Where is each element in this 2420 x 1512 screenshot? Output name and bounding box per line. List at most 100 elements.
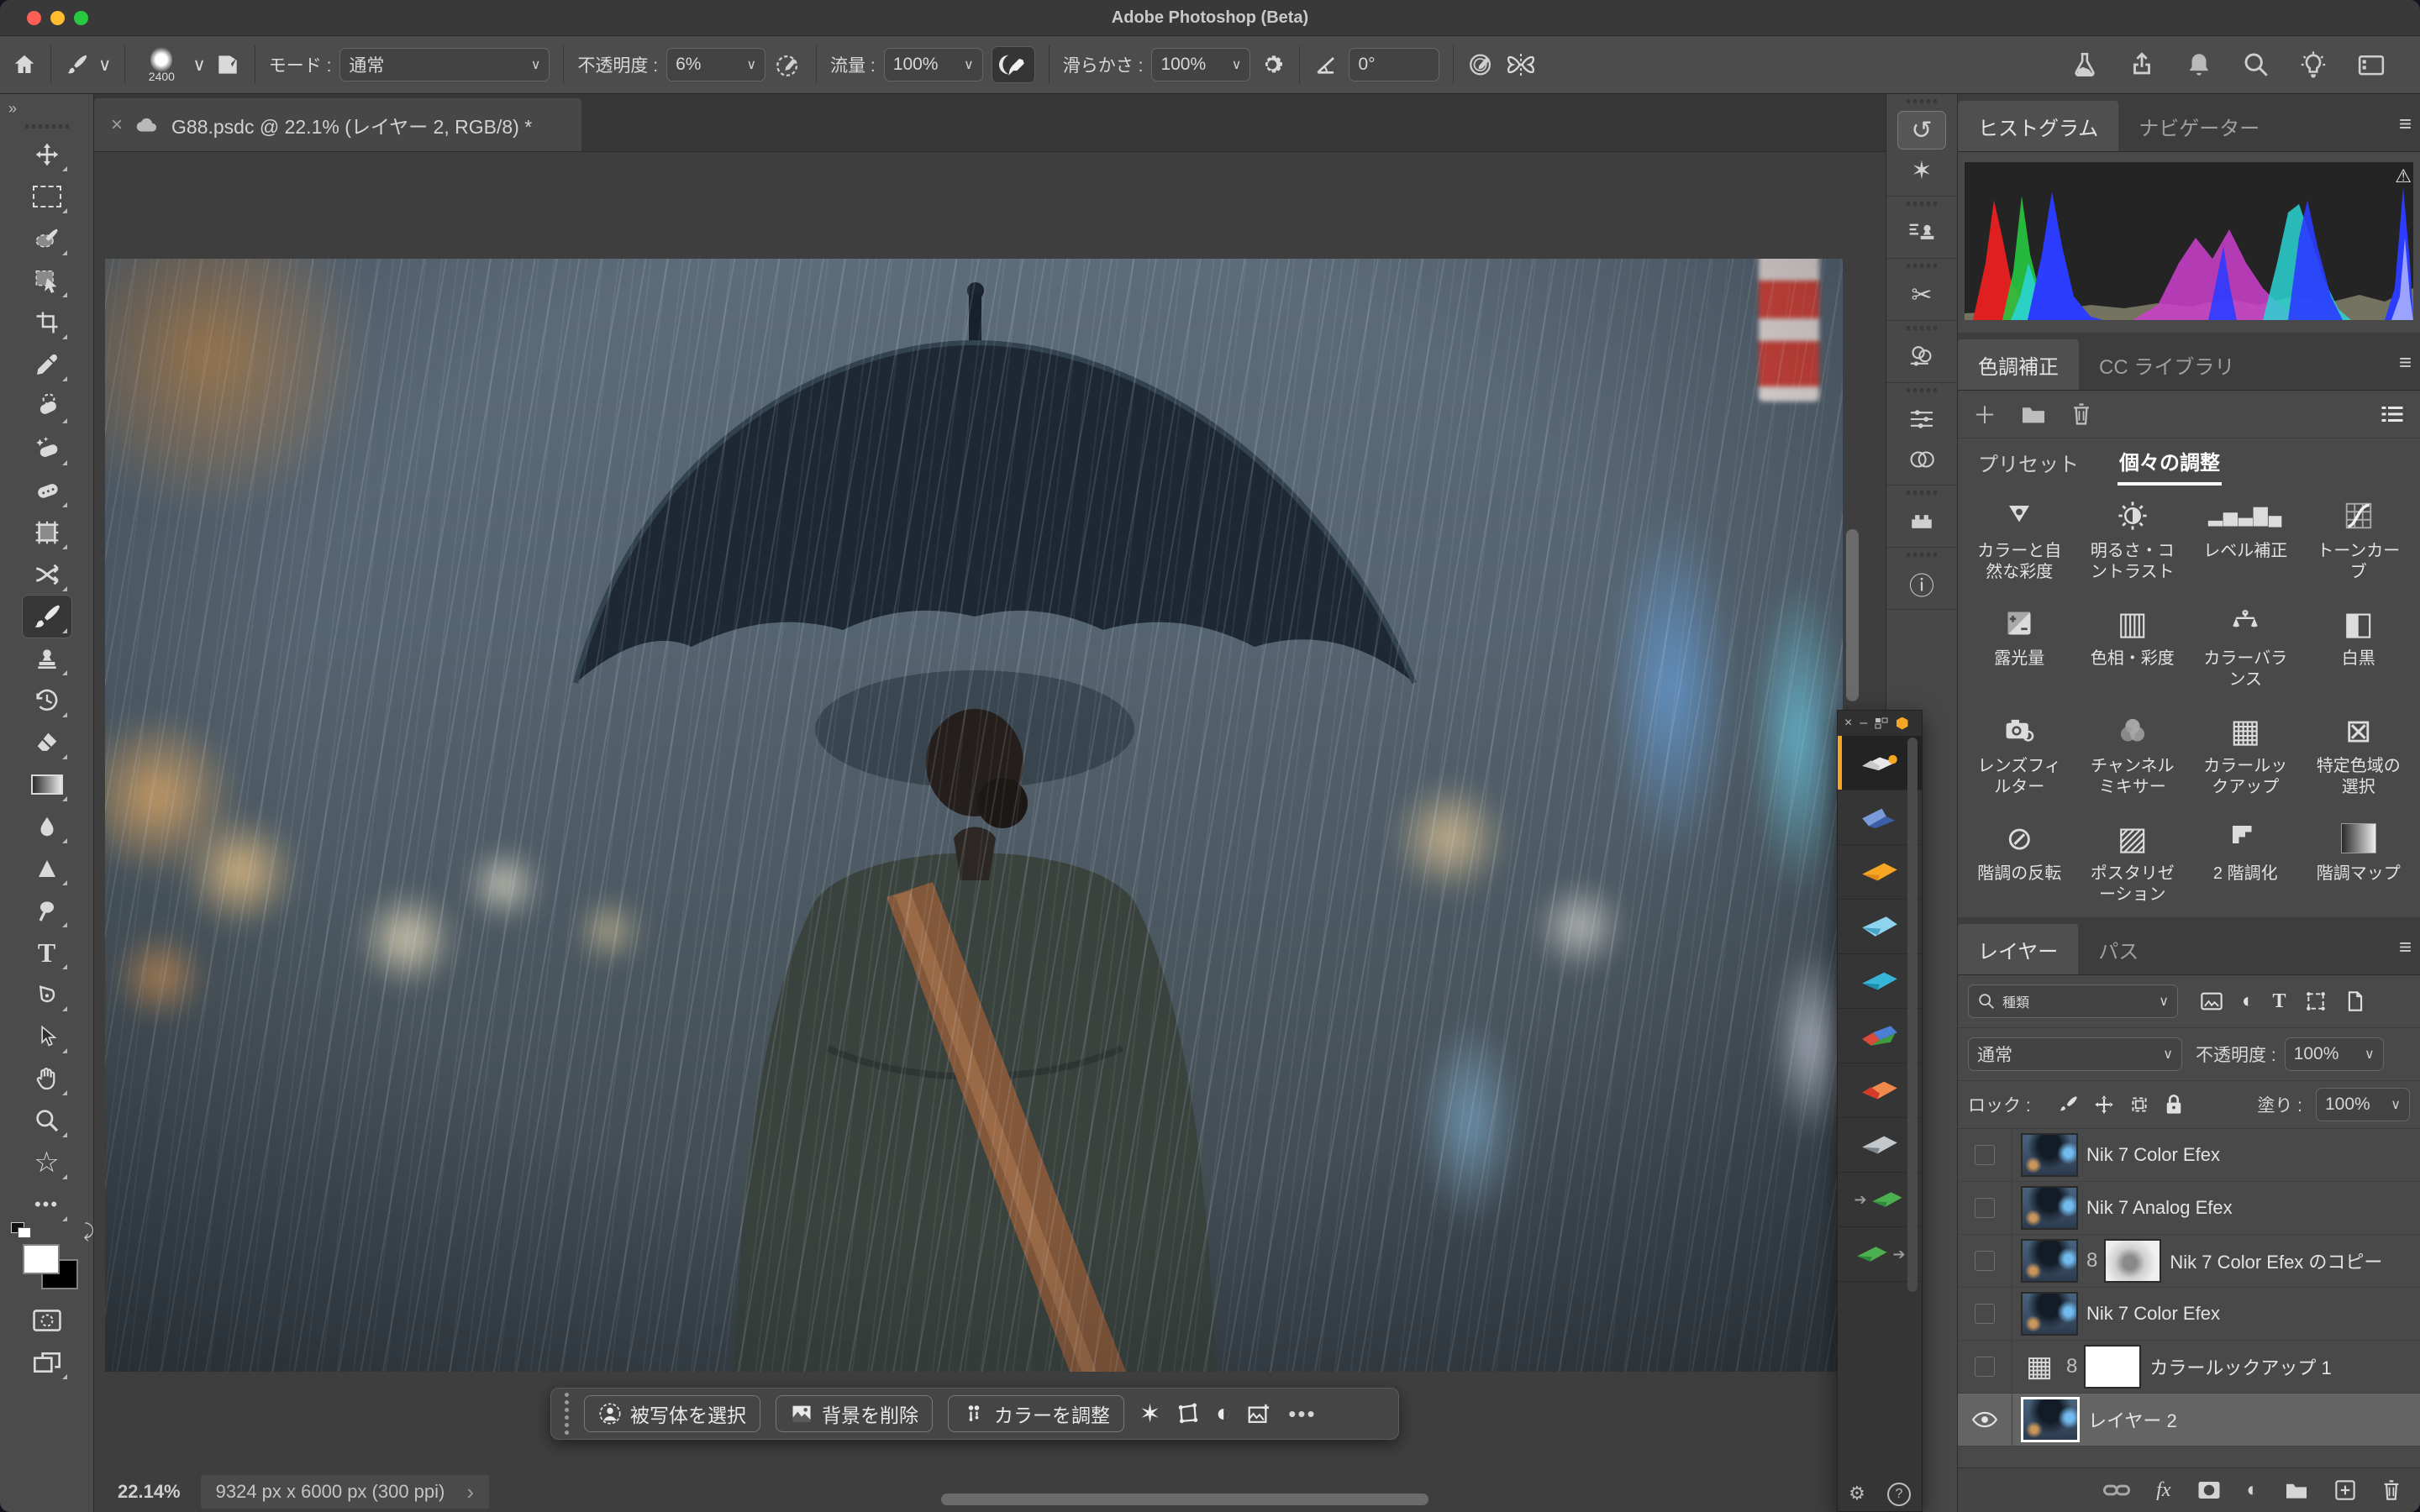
pressure-size-icon[interactable]	[1467, 50, 1496, 79]
search-icon[interactable]	[2242, 50, 2270, 79]
layer-name[interactable]: カラールックアップ 1	[2149, 1353, 2331, 1380]
adjustment-invert[interactable]: ⊘階調の反転	[1963, 820, 2076, 906]
object-selection-tool[interactable]	[23, 260, 71, 302]
layer-thumbnail[interactable]	[2021, 1397, 2080, 1442]
adjustment-black-white[interactable]: ◧白黒	[2302, 605, 2416, 690]
filter-smart-objects-icon[interactable]	[2345, 990, 2365, 1012]
flow-select[interactable]: 100% ∨	[884, 48, 983, 81]
visibility-toggle[interactable]	[1958, 1341, 2012, 1393]
link-layers-icon[interactable]	[2102, 1480, 2131, 1500]
type-tool[interactable]: T	[23, 932, 71, 974]
spot-healing-brush-tool[interactable]	[23, 428, 71, 470]
trash-icon[interactable]	[2070, 402, 2092, 426]
home-icon[interactable]	[12, 52, 37, 77]
gradient-tool[interactable]	[23, 764, 71, 806]
remove-background-button[interactable]: 背景を削除	[776, 1395, 933, 1432]
tab-adjustments[interactable]: 色調補正	[1958, 339, 2079, 390]
edit-toolbar-more-icon[interactable]: •••	[23, 1184, 71, 1226]
remove-tool[interactable]	[23, 386, 71, 428]
workspace-icon[interactable]	[2356, 50, 2386, 79]
adjustment-gradient-map[interactable]: 階調マップ	[2302, 820, 2416, 906]
minimize-icon[interactable]: –	[1860, 716, 1867, 731]
angle-input[interactable]: 0°	[1349, 48, 1439, 81]
fill-select[interactable]: 100% ∨	[2316, 1088, 2410, 1121]
pen-tool[interactable]	[23, 974, 71, 1016]
clone-stamp-tool[interactable]	[23, 638, 71, 680]
adjustment-photo-filter[interactable]: レンズフィ ルター	[1963, 712, 2076, 798]
layer-name[interactable]: Nik 7 Color Efex	[2086, 1303, 2220, 1325]
adjustment-color-balance[interactable]: カラーバラ ンス	[2189, 605, 2302, 690]
mask-link-icon[interactable]: 8	[2086, 1249, 2097, 1273]
share-icon[interactable]	[2128, 50, 2156, 79]
healing-brush-tool[interactable]	[23, 470, 71, 512]
add-mask-icon[interactable]	[2196, 1479, 2222, 1501]
symmetry-butterfly-icon[interactable]	[1504, 48, 1538, 81]
frame-tool[interactable]	[23, 512, 71, 554]
path-select-tool[interactable]	[23, 1016, 71, 1058]
panel-menu-icon[interactable]: ≡	[2399, 111, 2412, 137]
document-tab[interactable]: × G88.psdc @ 22.1% (レイヤー 2, RGB/8) *	[94, 98, 581, 151]
tab-paths[interactable]: パス	[2078, 924, 2159, 974]
selection-brush-tool[interactable]	[23, 218, 71, 260]
layer-thumbnail[interactable]	[2021, 1239, 2078, 1283]
adjustment-exposure[interactable]: 露光量	[1963, 605, 2076, 690]
patterns-panel-icon[interactable]	[1898, 503, 1945, 540]
layer-thumbnail[interactable]	[2021, 1292, 2078, 1336]
adjustment-color-vibrance[interactable]: カラーと自 然な彩度	[1963, 497, 2076, 583]
clone-source-panel-icon[interactable]	[1898, 214, 1945, 251]
smoothing-options-gear-icon[interactable]	[1259, 51, 1286, 78]
layer-thumbnail[interactable]	[2021, 1186, 2078, 1230]
layer-name[interactable]: Nik 7 Color Efex のコピー	[2170, 1247, 2382, 1274]
brush-tool-preset-icon[interactable]	[65, 52, 90, 77]
plugin-settings-gear-icon[interactable]: ⚙	[1849, 1483, 1865, 1506]
layer-mask-thumbnail[interactable]	[2084, 1345, 2141, 1389]
layer-mask-thumbnail[interactable]	[2104, 1239, 2161, 1283]
eraser-tool[interactable]	[23, 722, 71, 764]
smoothing-select[interactable]: 100% ∨	[1151, 48, 1250, 81]
visibility-toggle[interactable]	[1958, 1129, 2012, 1181]
taskbar-grip[interactable]	[565, 1393, 569, 1435]
new-adjustment-layer-icon[interactable]: ◐	[2247, 1478, 2260, 1502]
layer-thumbnail[interactable]	[2021, 1133, 2078, 1177]
folder-icon[interactable]	[2020, 403, 2047, 425]
tab-navigator[interactable]: ナビゲーター	[2118, 101, 2280, 151]
add-adjustment-icon[interactable]: ＋	[1973, 397, 1996, 431]
layer-row[interactable]: ▦ 8 カラールックアップ 1	[1958, 1341, 2420, 1394]
color-swatches[interactable]: ⤸	[18, 1232, 76, 1288]
visibility-toggle[interactable]	[1958, 1182, 2012, 1234]
layer-name[interactable]: Nik 7 Analog Efex	[2086, 1197, 2233, 1219]
zoom-level[interactable]: 22.14%	[118, 1481, 181, 1503]
layer-effects-icon[interactable]: fx	[2156, 1479, 2170, 1502]
adjustments-panel-icon[interactable]	[1898, 401, 1945, 438]
default-colors-icon[interactable]	[11, 1222, 33, 1239]
panel-menu-icon[interactable]: ≡	[2399, 349, 2412, 375]
zoom-tool[interactable]	[23, 1100, 71, 1142]
filter-type-layers-icon[interactable]: T	[2273, 990, 2286, 1013]
eyedropper-tool[interactable]	[23, 344, 71, 386]
toolbar-grip[interactable]	[0, 124, 93, 129]
layer-blend-mode-select[interactable]: 通常 ∨	[1968, 1037, 2182, 1071]
info-panel-icon[interactable]: ⓘ	[1898, 565, 1945, 602]
sharpen-tool[interactable]	[23, 848, 71, 890]
generative-panel-icon[interactable]: ✶	[1898, 152, 1945, 189]
screen-mode-button[interactable]	[23, 1341, 71, 1383]
lock-all-icon[interactable]	[2164, 1094, 2184, 1116]
notifications-bell-icon[interactable]	[2185, 50, 2213, 79]
vertical-scrollbar[interactable]	[1846, 529, 1859, 701]
panel-layout-icon[interactable]	[1875, 717, 1888, 729]
subtab-presets[interactable]: プリセット	[1976, 441, 2081, 484]
histogram-warning-icon[interactable]: ⚠	[2395, 165, 2412, 187]
panel-menu-icon[interactable]: ≡	[2399, 934, 2412, 960]
tools-panel-icon[interactable]: ✂	[1898, 276, 1945, 313]
discover-lightbulb-icon[interactable]	[2299, 50, 2328, 79]
hand-tool[interactable]	[23, 1058, 71, 1100]
adjustment-threshold[interactable]: 2 階調化	[2189, 820, 2302, 906]
crop-tool[interactable]	[23, 302, 71, 344]
filter-pixel-layers-icon[interactable]	[2200, 991, 2223, 1011]
filter-shape-layers-icon[interactable]	[2305, 991, 2327, 1011]
generative-sparkle-icon[interactable]: ✶	[1139, 1399, 1160, 1429]
adjustment-curves[interactable]: トーンカー ブ	[2302, 497, 2416, 583]
layer-row[interactable]: Nik 7 Color Efex	[1958, 1129, 2420, 1182]
visibility-toggle[interactable]	[1958, 1394, 2012, 1446]
tab-layers[interactable]: レイヤー	[1958, 924, 2078, 974]
